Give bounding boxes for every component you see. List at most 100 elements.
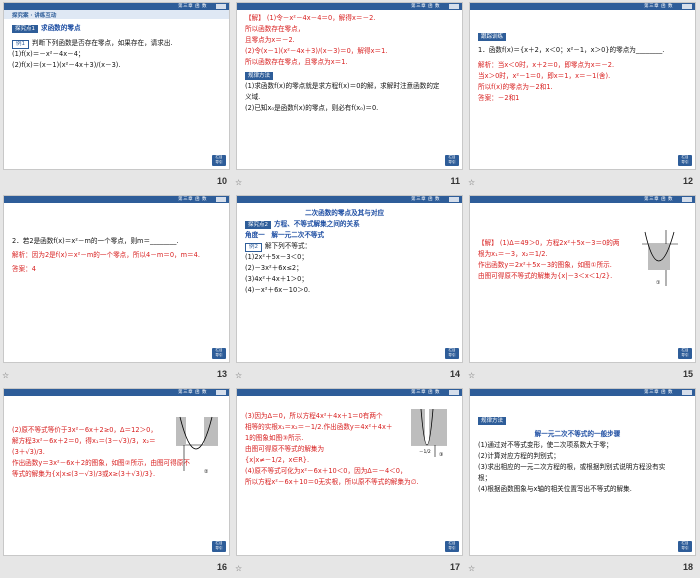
solution-line: 作出函数y＝3x²－6x＋2的图象，如图②所示，由图可得原不: [12, 459, 190, 467]
chapter-tag: 第三章 函 数: [644, 197, 673, 202]
graph-label: ②: [204, 469, 209, 475]
graph-label: ①: [656, 280, 661, 286]
step-item: (2)计算对应方程的判别式；: [478, 452, 560, 460]
chapter-tag: 第三章 函 数: [644, 4, 673, 9]
nav-button[interactable]: 栏目 导引: [445, 541, 459, 552]
nav-button[interactable]: 栏目 导引: [445, 348, 459, 359]
topic-title: 求函数的零点: [41, 24, 81, 32]
solution-line: (2)原不等式等价于3x²－6x＋2≥0，Δ＝12＞0，: [12, 426, 157, 434]
answer-line: 所以f(x)的零点为－2和1.: [478, 83, 553, 91]
solution-line: 解方程3x²－6x＋2＝0，得x₁＝(3－√3)/3，x₂＝: [12, 437, 156, 445]
nav-button[interactable]: 栏目 导引: [212, 348, 226, 359]
slide-topbar: 第三章 函 数: [4, 3, 229, 10]
home-icon: [449, 197, 459, 202]
nav-button[interactable]: 栏目 导引: [678, 348, 692, 359]
slide-number: 17: [449, 562, 460, 572]
question-text: 判断下列函数是否存在零点，如果存在，请求出.: [32, 39, 173, 47]
slide-topbar: 第三章 函 数: [237, 3, 462, 10]
slide-number: 15: [682, 369, 693, 379]
step-item: (4)根据函数图象与x轴的相关位置写出不等式的解集.: [478, 485, 632, 493]
section-header-label: 探究案 · 讲练互动: [12, 13, 57, 19]
slide-cell-13[interactable]: 第三章 函 数 2．若2是函数f(x)＝x²－m的一个零点，则m＝_______…: [0, 193, 233, 385]
answer-line: 解析：当x＜0时，x＋2＝0，即零点为x＝－2.: [478, 61, 615, 69]
slide-14[interactable]: 第三章 函 数 二次函数的零点及其与对应 探究点2 方程、不等式解集之间的关系 角…: [236, 195, 463, 363]
solution-line: 1的图象如图③所示.: [245, 434, 304, 442]
inequality-item: (3)4x²＋4x＋1＞0；: [245, 275, 308, 283]
solution-line: 相等的实根x₁＝x₂＝－1/2.作出函数y＝4x²＋4x＋: [245, 423, 393, 431]
slide-number: 13: [216, 369, 227, 379]
chapter-tag: 第三章 函 数: [411, 4, 440, 9]
solution-line: 所以函数存在零点，且零点为x＝1.: [245, 58, 348, 66]
inequality-item: (1)2x²＋5x－3＜0；: [245, 253, 308, 261]
chapter-tag: 第三章 函 数: [411, 197, 440, 202]
slide-topbar: 第三章 函 数: [4, 196, 229, 203]
slide-cell-17[interactable]: 第三章 函 数 (3)因为Δ＝0，所以方程4x²＋4x＋1＝0有两个 相等的实根…: [233, 386, 466, 578]
slide-grid: 第三章 函 数 探究案 · 讲练互动 探究点1 求函数的零点 例1 判断下列函数是否…: [0, 0, 700, 578]
slide-topbar: 第三章 函 数: [4, 389, 229, 396]
section-header: 探究案 · 讲练互动: [4, 10, 229, 19]
nav-button[interactable]: 栏目 导引: [212, 541, 226, 552]
nav-button[interactable]: 栏目 导引: [678, 541, 692, 552]
nav-button[interactable]: 栏目 导引: [212, 155, 226, 166]
step-item: (3)求出相应的一元二次方程的根，或根据判别式说明方程没有实根；: [478, 463, 666, 482]
solution-line: 根为x₁＝－3，x₂＝1/2.: [478, 250, 548, 258]
axis-label: －1/2: [419, 449, 431, 455]
slide-11[interactable]: 第三章 函 数 【解】 (1)令－x²－4x－4＝0，解得x＝－2. 所以函数存…: [236, 2, 463, 170]
home-icon: [216, 390, 226, 395]
chapter-tag: 第三章 函 数: [644, 390, 673, 395]
nav-button[interactable]: 栏目 导引: [445, 155, 459, 166]
slide-cell-10[interactable]: 第三章 函 数 探究案 · 讲练互动 探究点1 求函数的零点 例1 判断下列函数是否…: [0, 0, 233, 192]
slide-cell-12[interactable]: 第三章 函 数 跟踪训练 1．函数f(x)＝{x＋2，x＜0；x²－1，x＞0}…: [466, 0, 699, 192]
solution-line: (3)因为Δ＝0，所以方程4x²＋4x＋1＝0有两个: [245, 412, 383, 420]
parabola-graph-2: ②: [176, 416, 218, 475]
solution-line: (4)原不等式可化为x²－6x＋10＜0，因为Δ＝－4＜0，: [245, 467, 407, 475]
slide-cell-15[interactable]: 第三章 函 数 【解】 (1)Δ＝49＞0，方程2x²＋5x－3＝0的两 根为x…: [466, 193, 699, 385]
home-icon: [449, 4, 459, 9]
graph-label: ③: [439, 452, 443, 458]
practice-label: 跟踪训练: [478, 33, 507, 41]
topic-subtitle: 方程、不等式解集之间的关系: [274, 220, 360, 228]
chapter-tag: 第三章 函 数: [178, 4, 207, 9]
slide-10[interactable]: 第三章 函 数 探究案 · 讲练互动 探究点1 求函数的零点 例1 判断下列函数是否…: [3, 2, 230, 170]
slide-topbar: 第三章 函 数: [470, 196, 695, 203]
solution-line: 【解】 (1)Δ＝49＞0，方程2x²＋5x－3＝0的两: [478, 239, 620, 247]
topic-title: 二次函数的零点及其与对应: [304, 209, 385, 217]
slide-topbar: 第三章 函 数: [470, 389, 695, 396]
answer-line: 答案：4: [12, 265, 36, 273]
inequality-item: (4)－x²＋6x－10＞0.: [245, 286, 311, 294]
solution-line: 所以方程x²－6x＋10＝0无实根，所以原不等式的解集为∅.: [245, 478, 419, 486]
slide-number: 14: [449, 369, 460, 379]
slide-17[interactable]: 第三章 函 数 (3)因为Δ＝0，所以方程4x²＋4x＋1＝0有两个 相等的实根…: [236, 388, 463, 556]
slide-12[interactable]: 第三章 函 数 跟踪训练 1．函数f(x)＝{x＋2，x＜0；x²－1，x＞0}…: [469, 2, 696, 170]
home-icon: [682, 390, 692, 395]
question-text: 解下列不等式：: [265, 242, 312, 250]
practice-question: 1．函数f(x)＝{x＋2，x＜0；x²－1，x＞0}的零点为________.: [478, 46, 665, 54]
slide-13[interactable]: 第三章 函 数 2．若2是函数f(x)＝x²－m的一个零点，则m＝_______…: [3, 195, 230, 363]
home-icon: [682, 4, 692, 9]
slide-cell-18[interactable]: 第三章 函 数 规律方法 解一元二次不等式的一般步骤 (1)通过对不等式变形，使…: [466, 386, 699, 578]
slide-18[interactable]: 第三章 函 数 规律方法 解一元二次不等式的一般步骤 (1)通过对不等式变形，使…: [469, 388, 696, 556]
slide-cell-14[interactable]: 第三章 函 数 二次函数的零点及其与对应 探究点2 方程、不等式解集之间的关系 角…: [233, 193, 466, 385]
slide-topbar: 第三章 函 数: [237, 196, 462, 203]
method-label: 规律方法: [245, 72, 274, 80]
slide-topbar: 第三章 函 数: [237, 389, 462, 396]
method-line: (2)已知x₀是函数f(x)的零点，则必有f(x₀)＝0.: [245, 104, 379, 112]
star-icon: ☆: [2, 371, 10, 380]
method-label: 规律方法: [478, 417, 507, 425]
slide-15[interactable]: 第三章 函 数 【解】 (1)Δ＝49＞0，方程2x²＋5x－3＝0的两 根为x…: [469, 195, 696, 363]
solution-line: 所以函数存在零点，: [245, 25, 305, 33]
slide-cell-16[interactable]: 第三章 函 数 (2)原不等式等价于3x²－6x＋2≥0，Δ＝12＞0， 解方程…: [0, 386, 233, 578]
star-icon: ☆: [468, 371, 476, 380]
slide-16[interactable]: 第三章 函 数 (2)原不等式等价于3x²－6x＋2≥0，Δ＝12＞0， 解方程…: [3, 388, 230, 556]
home-icon: [682, 197, 692, 202]
slide-cell-11[interactable]: 第三章 函 数 【解】 (1)令－x²－4x－4＝0，解得x＝－2. 所以函数存…: [233, 0, 466, 192]
star-icon: ☆: [235, 178, 243, 187]
nav-button[interactable]: 栏目 导引: [678, 155, 692, 166]
question-part-2: (2)f(x)＝(x－1)(x²－4x＋3)/(x－3).: [12, 61, 121, 69]
step-item: (1)通过对不等式变形，使二次项系数大于零；: [478, 441, 613, 449]
solution-line: (3＋√3)/3.: [12, 448, 45, 456]
solution-line: 由图可得原不等式的解集为{x|－3＜x＜1/2}.: [478, 272, 613, 280]
solution-line: 且零点为x＝－2.: [245, 36, 295, 44]
slide-topbar: 第三章 函 数: [470, 3, 695, 10]
parabola-graph-1: ①: [642, 230, 678, 286]
